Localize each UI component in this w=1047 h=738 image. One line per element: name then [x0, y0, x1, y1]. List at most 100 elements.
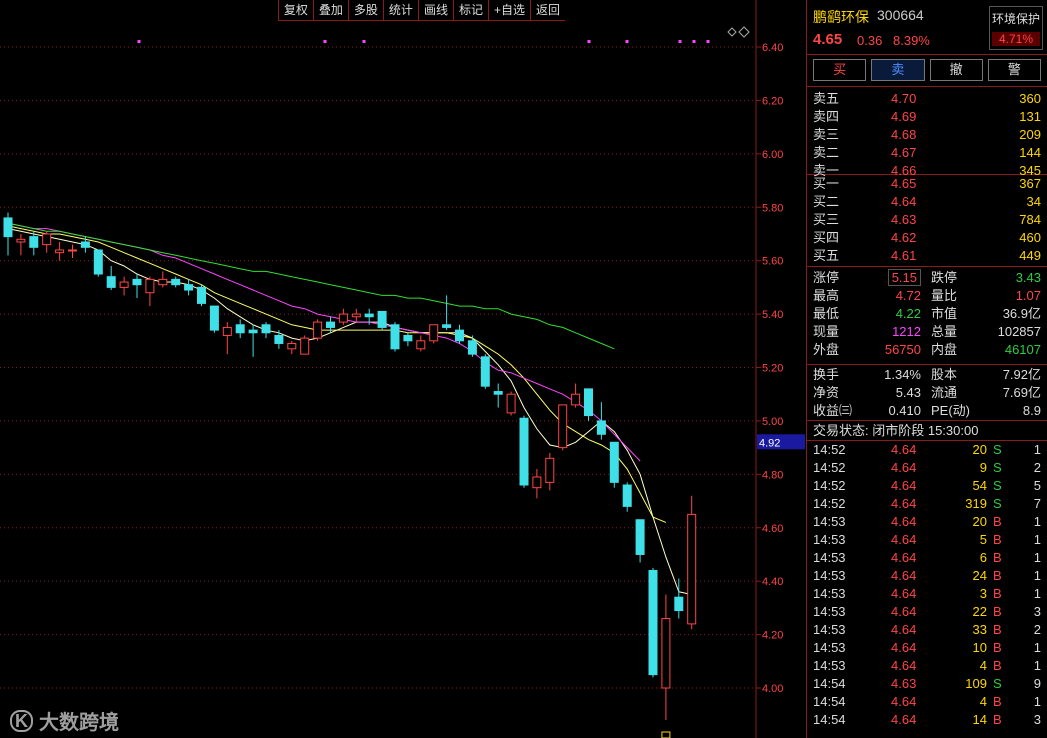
- tick-time: 14:53: [813, 568, 846, 583]
- eps-value: 0.410: [888, 403, 921, 418]
- candle-down: [596, 420, 606, 435]
- tick-price: 4.64: [891, 604, 917, 619]
- toolbar-adjust-button[interactable]: 复权: [277, 0, 313, 21]
- tick-time: 14:54: [813, 712, 846, 727]
- tick-count: 3: [1033, 604, 1041, 619]
- tick-time: 14:53: [813, 604, 846, 619]
- limit-down-label: 跌停: [931, 270, 958, 285]
- diamond-icon: [738, 26, 750, 38]
- total-vol-label: 总量: [931, 324, 958, 339]
- bid-volume: 460: [1019, 230, 1041, 245]
- tick-row: 14:53 4.64 10 B 1: [807, 639, 1047, 657]
- tick-time: 14:52: [813, 460, 846, 475]
- event-marker-icon: [625, 40, 629, 43]
- tick-price: 4.64: [891, 532, 917, 547]
- high-value: 4.72: [895, 288, 921, 303]
- tick-volume: 22: [972, 604, 987, 619]
- last-price: 4.65: [813, 31, 843, 48]
- candle-up: [429, 324, 439, 342]
- cancel-order-button[interactable]: 撤: [929, 59, 983, 81]
- toolbar-add-watchlist-button[interactable]: +自选: [487, 0, 530, 21]
- alert-button[interactable]: 警: [987, 59, 1041, 81]
- toolbar-mark-button[interactable]: 标记: [452, 0, 488, 21]
- tick-price: 4.64: [891, 640, 917, 655]
- tick-row: 14:54 4.63 109 S 9: [807, 675, 1047, 693]
- tick-row: 14:54 4.64 14 B 3: [807, 711, 1047, 729]
- bid-volume: 449: [1019, 248, 1041, 263]
- tick-time: 14:52: [813, 496, 846, 511]
- ask-label: 卖三: [813, 127, 840, 142]
- ask-label: 卖五: [813, 91, 840, 106]
- candle-down: [648, 569, 658, 676]
- tick-count: 1: [1033, 694, 1041, 709]
- stats2-row-nav: 净资 5.43 流通 7.69亿: [807, 384, 1047, 402]
- ask-row[interactable]: 卖二 4.67 144: [807, 144, 1047, 162]
- candle-down: [209, 305, 219, 331]
- bid-row[interactable]: 买三 4.63 784: [807, 211, 1047, 229]
- toolbar-overlay-button[interactable]: 叠加: [312, 0, 348, 21]
- shares-label: 股本: [931, 367, 958, 382]
- tick-row: 14:53 4.64 4 B 1: [807, 657, 1047, 675]
- tick-count: 1: [1033, 532, 1041, 547]
- ask-row[interactable]: 卖四 4.69 131: [807, 108, 1047, 126]
- last-vol-value: 1212: [892, 324, 921, 339]
- tick-time: 14:53: [813, 514, 846, 529]
- tick-time: 14:53: [813, 550, 846, 565]
- tick-side: B: [993, 604, 1002, 619]
- toolbar-stats-button[interactable]: 统计: [382, 0, 418, 21]
- y-tick-label: 5.20: [762, 363, 783, 375]
- kline-chart-svg[interactable]: 6.40 6.20 6.00 5.80 5.60 5.40 5.20 5.00 4.80 4.60…: [0, 0, 806, 738]
- sector-badge[interactable]: 环境保护 4.71%: [989, 6, 1043, 50]
- bid-row[interactable]: 买二 4.64 34: [807, 193, 1047, 211]
- bid-row[interactable]: 买一 4.65 367: [807, 175, 1047, 193]
- limit-up-value: 5.15: [877, 269, 921, 287]
- bid-row[interactable]: 买五 4.61 449: [807, 247, 1047, 265]
- tick-count: 9: [1033, 676, 1041, 691]
- tick-list[interactable]: 14:52 4.64 20 S 1 14:52 4.64 9 S 2 14:52 4.64 54 S 5 14…: [807, 441, 1047, 729]
- candle-down: [261, 324, 271, 334]
- toolbar-draw-line-button[interactable]: 画线: [417, 0, 453, 21]
- y-tick-label: 4.00: [762, 683, 783, 695]
- tick-volume: 10: [972, 640, 987, 655]
- buy-button[interactable]: 买: [813, 59, 867, 81]
- candle-up: [687, 513, 697, 625]
- tick-price: 4.63: [891, 676, 917, 691]
- bid-row[interactable]: 买四 4.62 460: [807, 229, 1047, 247]
- candle-down: [93, 249, 103, 275]
- tick-count: 5: [1033, 478, 1041, 493]
- ask-row[interactable]: 卖五 4.70 360: [807, 90, 1047, 108]
- tick-time: 14:53: [813, 640, 846, 655]
- price-change-pct: 8.39%: [893, 33, 930, 48]
- tick-price: 4.64: [891, 496, 917, 511]
- tick-price: 4.64: [891, 478, 917, 493]
- tick-count: 1: [1033, 658, 1041, 673]
- tick-row: 14:52 4.64 54 S 5: [807, 477, 1047, 495]
- candle-down: [235, 324, 245, 334]
- candle-up: [300, 337, 310, 355]
- tick-row: 14:54 4.64 4 B 1: [807, 693, 1047, 711]
- candle-down: [3, 217, 13, 238]
- tick-side: S: [993, 460, 1002, 475]
- stock-code: 300664: [877, 7, 924, 23]
- high-label: 最高: [813, 288, 840, 303]
- tick-price: 4.64: [891, 568, 917, 583]
- tick-side: B: [993, 640, 1002, 655]
- y-tick-label: 5.40: [762, 309, 783, 321]
- stats-row-low: 最低 4.22 市值 36.9亿: [807, 305, 1047, 323]
- toolbar-multi-stock-button[interactable]: 多股: [347, 0, 383, 21]
- candle-down: [390, 324, 400, 350]
- kline-chart[interactable]: 6.40 6.20 6.00 5.80 5.60 5.40 5.20 5.00 4.80 4.60…: [0, 0, 806, 738]
- tick-count: 2: [1033, 460, 1041, 475]
- y-tick-label: 6.20: [762, 95, 783, 107]
- y-tick-label: 5.00: [762, 416, 783, 428]
- ask-label: 卖四: [813, 109, 840, 124]
- trading-status: 交易状态: 闭市阶段 15:30:00: [807, 421, 1047, 441]
- candle-down: [584, 388, 593, 417]
- tick-row: 14:53 4.64 6 B 1: [807, 549, 1047, 567]
- toolbar-back-button[interactable]: 返回: [529, 0, 565, 21]
- sell-button[interactable]: 卖: [871, 59, 925, 81]
- tick-time: 14:52: [813, 478, 846, 493]
- inner-label: 内盘: [931, 342, 958, 357]
- stock-name[interactable]: 鹏鹞环保: [813, 7, 869, 27]
- ask-row[interactable]: 卖三 4.68 209: [807, 126, 1047, 144]
